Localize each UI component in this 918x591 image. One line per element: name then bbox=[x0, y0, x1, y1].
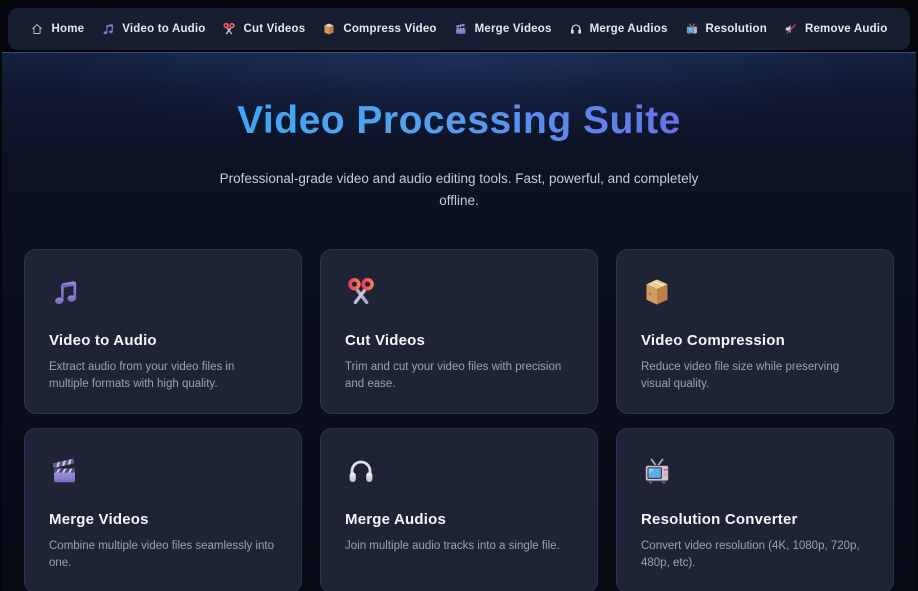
tv-icon bbox=[685, 22, 699, 36]
nav-item-label: Cut Videos bbox=[243, 23, 305, 35]
scissors-icon bbox=[222, 22, 236, 36]
clapperboard-icon bbox=[454, 22, 468, 36]
tool-card-grid: Video to Audio Extract audio from your v… bbox=[24, 249, 894, 591]
scissors-icon bbox=[345, 276, 377, 308]
card-description: Extract audio from your video files in m… bbox=[49, 359, 277, 392]
hero-section: Video Processing Suite Professional-grad… bbox=[2, 53, 916, 212]
card-icon-wrap bbox=[49, 455, 277, 487]
card-title: Cut Videos bbox=[345, 332, 573, 349]
card-icon-wrap bbox=[345, 455, 573, 487]
music-note-icon bbox=[101, 22, 115, 36]
nav-item-remove-audio[interactable]: Remove Audio bbox=[784, 22, 888, 36]
clapperboard-icon bbox=[49, 455, 81, 487]
card-description: Reduce video file size while preserving … bbox=[641, 359, 869, 392]
package-icon bbox=[641, 276, 673, 308]
nav-item-resolution[interactable]: Resolution bbox=[685, 22, 767, 36]
card-icon-wrap bbox=[49, 276, 277, 308]
nav-item-label: Remove Audio bbox=[805, 23, 888, 35]
card-title: Video to Audio bbox=[49, 332, 277, 349]
card-title: Merge Audios bbox=[345, 511, 573, 528]
card-video-compression[interactable]: Video Compression Reduce video file size… bbox=[616, 249, 894, 414]
card-title: Merge Videos bbox=[49, 511, 277, 528]
nav-item-label: Home bbox=[51, 23, 84, 35]
card-merge-videos[interactable]: Merge Videos Combine multiple video file… bbox=[24, 428, 302, 591]
card-description: Trim and cut your video files with preci… bbox=[345, 359, 573, 392]
top-navbar: Home Video to Audio Cut Videos Compress … bbox=[8, 8, 910, 50]
card-description: Join multiple audio tracks into a single… bbox=[345, 538, 573, 555]
house-icon bbox=[30, 22, 44, 36]
nav-item-label: Merge Audios bbox=[590, 23, 668, 35]
nav-item-label: Merge Videos bbox=[475, 23, 552, 35]
card-icon-wrap bbox=[641, 276, 869, 308]
nav-item-video-to-audio[interactable]: Video to Audio bbox=[101, 22, 205, 36]
card-title: Resolution Converter bbox=[641, 511, 869, 528]
page-title: Video Processing Suite bbox=[237, 99, 681, 144]
card-description: Convert video resolution (4K, 1080p, 720… bbox=[641, 538, 869, 571]
page-subtitle: Professional-grade video and audio editi… bbox=[199, 168, 719, 213]
muted-speaker-icon bbox=[784, 22, 798, 36]
card-description: Combine multiple video files seamlessly … bbox=[49, 538, 277, 571]
nav-item-compress-video[interactable]: Compress Video bbox=[322, 22, 436, 36]
nav-item-label: Compress Video bbox=[343, 23, 436, 35]
card-resolution-converter[interactable]: Resolution Converter Convert video resol… bbox=[616, 428, 894, 591]
tv-icon bbox=[641, 455, 673, 487]
nav-item-label: Resolution bbox=[706, 23, 767, 35]
nav-item-merge-videos[interactable]: Merge Videos bbox=[454, 22, 552, 36]
nav-item-merge-audios[interactable]: Merge Audios bbox=[569, 22, 668, 36]
headphones-icon bbox=[345, 455, 377, 487]
card-merge-audios[interactable]: Merge Audios Join multiple audio tracks … bbox=[320, 428, 598, 591]
card-cut-videos[interactable]: Cut Videos Trim and cut your video files… bbox=[320, 249, 598, 414]
nav-item-cut-videos[interactable]: Cut Videos bbox=[222, 22, 305, 36]
music-note-icon bbox=[49, 276, 81, 308]
card-video-to-audio[interactable]: Video to Audio Extract audio from your v… bbox=[24, 249, 302, 414]
card-title: Video Compression bbox=[641, 332, 869, 349]
card-icon-wrap bbox=[641, 455, 869, 487]
card-icon-wrap bbox=[345, 276, 573, 308]
headphones-icon bbox=[569, 22, 583, 36]
main-content: Video Processing Suite Professional-grad… bbox=[2, 52, 916, 591]
nav-item-home[interactable]: Home bbox=[30, 22, 84, 36]
package-icon bbox=[322, 22, 336, 36]
nav-item-label: Video to Audio bbox=[122, 23, 205, 35]
